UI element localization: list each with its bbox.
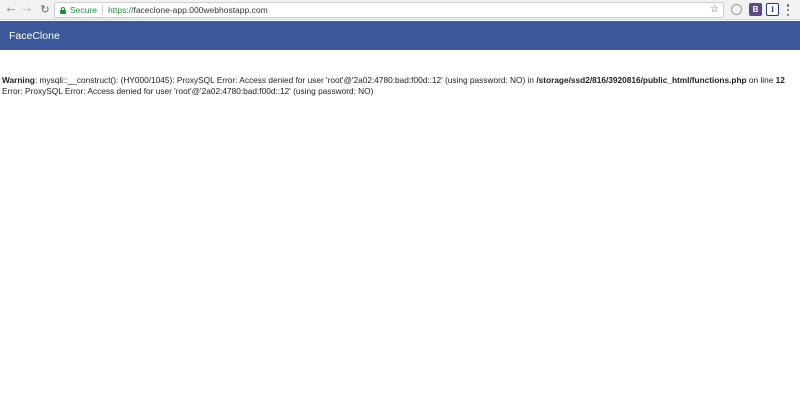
reload-icon[interactable]: ↻ [38,3,52,17]
warning-label: Warning [2,75,35,85]
url-text[interactable]: https://faceclone-app.000webhostapp.com [108,5,268,15]
on-line-text: on line [746,75,776,85]
extension-i-icon[interactable]: I [766,3,779,16]
forward-arrow-icon[interactable]: → [20,3,34,17]
bookmark-star-icon[interactable]: ☆ [710,4,719,15]
extension-b-icon[interactable]: B [749,3,762,16]
browser-toolbar: ← → ↻ Secure https://faceclone-app.000we… [0,0,800,20]
error-output: Warning: mysqli::__construct(): (HY000/1… [2,75,798,97]
site-brand[interactable]: FaceClone [9,30,60,42]
extension-shield-icon[interactable] [731,4,742,15]
lock-icon [60,6,66,14]
warning-message: Warning: mysqli::__construct(): (HY000/1… [2,75,798,86]
url-scheme: https:// [107,5,134,15]
browser-menu-icon[interactable] [786,4,790,16]
line-number: 12 [775,75,785,85]
secure-label: Secure [70,5,97,15]
error-message: Error: ProxySQL Error: Access denied for… [2,86,374,96]
address-bar[interactable]: Secure https://faceclone-app.000webhosta… [54,2,724,18]
url-host: faceclone-app.000webhostapp.com [133,5,268,15]
back-arrow-icon[interactable]: ← [4,3,18,17]
address-divider [101,5,103,15]
site-navbar: FaceClone [0,21,800,50]
file-path: /storage/ssd2/816/3920816/public_html/fu… [536,75,747,85]
warning-text: : mysqli::__construct(): (HY000/1045): P… [34,75,537,85]
